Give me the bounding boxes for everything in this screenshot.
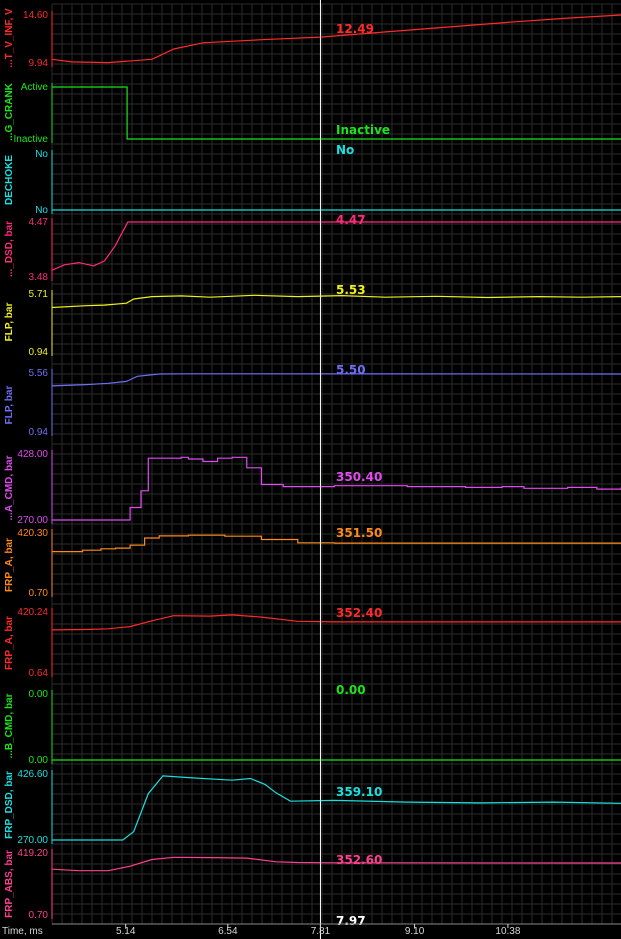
panel-title: FRP_A, bar — [4, 616, 15, 670]
y-tick-label: 14.60 — [23, 10, 48, 21]
panel-title: ...A_CMD, bar — [4, 455, 15, 520]
x-tick-label: 9.10 — [405, 926, 425, 937]
series-line — [52, 456, 621, 521]
multi-panel-chart[interactable]: ...T_V_INF, V 14.60 9.94 ...G_CRANK Active In… — [0, 0, 621, 939]
x-tick-label: 5.14 — [116, 926, 136, 937]
cursor-value-label: 4.47 — [336, 213, 366, 227]
cursor-value-label: 351.50 — [336, 526, 382, 540]
cursor-value-label: Inactive — [336, 123, 390, 137]
panel-title: ...T_V_INF, V — [4, 8, 15, 68]
cursor-time-value: 7.97 — [336, 914, 366, 928]
y-tick-label: 420.24 — [17, 607, 48, 618]
y-tick-label: No — [35, 149, 48, 160]
panel-title: DECHOKE — [4, 155, 15, 205]
cursor-value-label: 352.40 — [336, 606, 382, 620]
cursor-value-label: 352.60 — [336, 853, 382, 867]
y-tick-label: 428.00 — [17, 449, 48, 460]
x-tick-label: 6.54 — [218, 926, 238, 937]
y-tick-label: 0.94 — [29, 427, 49, 438]
panel-title: FRP_ABS, bar — [4, 850, 15, 918]
y-tick-label: 426.60 — [17, 769, 48, 780]
x-tick-label: 10.38 — [495, 926, 520, 937]
y-tick-label: Inactive — [14, 134, 49, 145]
y-tick-label: 270.00 — [17, 515, 48, 526]
panel-title: FRP_A, bar — [4, 538, 15, 592]
cursor-value-label: No — [336, 143, 354, 157]
panel-title: FLP, bar — [4, 303, 15, 342]
y-tick-label: Active — [21, 82, 49, 93]
panel-title: ...B_CMD, bar — [4, 693, 15, 758]
cursor-value-label: 350.40 — [336, 470, 382, 484]
series-line — [51, 294, 621, 309]
signal-plot-window: ...T_V_INF, V 14.60 9.94 ...G_CRANK Active In… — [0, 0, 621, 939]
y-tick-label: 0.70 — [29, 910, 49, 921]
y-tick-label: No — [35, 205, 48, 216]
y-tick-label: 270.00 — [17, 835, 48, 846]
y-tick-label: 5.71 — [29, 289, 49, 300]
panel-title: FRP_DSD, bar — [4, 771, 15, 839]
cursor-value-label: 359.10 — [336, 785, 382, 799]
panel-title: ...G_CRANK — [4, 82, 15, 141]
panel-title: FLP, bar — [4, 386, 15, 425]
cursor-value-label: 5.50 — [336, 363, 366, 377]
y-tick-label: 0.00 — [29, 689, 49, 700]
y-tick-label: 0.70 — [29, 588, 49, 599]
y-tick-label: 3.48 — [29, 272, 49, 283]
x-axis-label: Time, ms — [2, 926, 43, 937]
y-tick-label: 9.94 — [29, 58, 49, 69]
y-tick-label: 4.47 — [29, 217, 49, 228]
y-tick-label: 0.94 — [29, 347, 49, 358]
cursor-value-label: 12.49 — [336, 22, 374, 36]
x-tick-label: 7.81 — [311, 926, 331, 937]
series-line — [51, 221, 621, 271]
panel-title: ..._DSD, bar — [4, 221, 15, 277]
y-tick-label: 420.30 — [17, 528, 48, 539]
y-tick-label: 0.64 — [29, 668, 49, 679]
y-tick-label: 419.20 — [17, 848, 48, 859]
cursor-value-label: 5.53 — [336, 283, 366, 297]
y-tick-label: 5.56 — [29, 368, 49, 379]
y-tick-label: 0.00 — [29, 755, 49, 766]
cursor-value-label: 0.00 — [336, 683, 366, 697]
